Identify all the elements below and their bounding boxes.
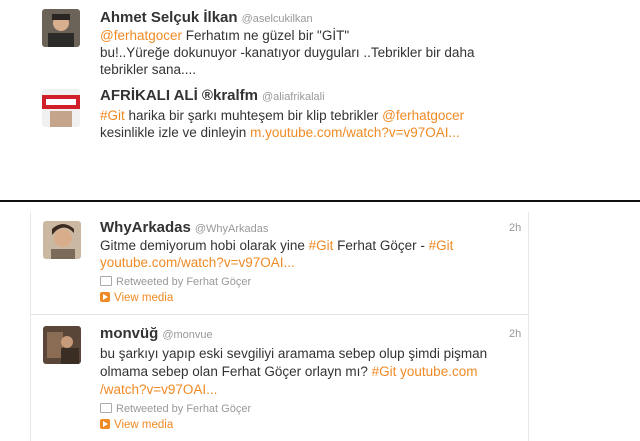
tweet-text-line: olmama sebep olan Ferhat Göçer orlayn mı… xyxy=(100,364,372,379)
url-link[interactable]: youtube.com xyxy=(396,364,477,379)
tweet-timestamp[interactable]: 2h xyxy=(509,222,521,234)
user-handle[interactable]: @aselcukilkan xyxy=(242,13,313,25)
section-divider xyxy=(0,200,640,202)
retweet-icon xyxy=(100,403,112,413)
avatar[interactable] xyxy=(43,326,81,364)
retweeted-by: Retweeted by Ferhat Göçer xyxy=(116,276,252,288)
url-link[interactable]: youtube.com/watch?v=v97OAI... xyxy=(100,255,295,270)
hashtag-link[interactable]: #Git xyxy=(100,108,125,123)
view-media-link[interactable]: View media xyxy=(100,292,173,304)
tweet-text: @ferhatgocer Ferhatım ne güzel bir "GİT"… xyxy=(100,27,520,78)
timeline-border xyxy=(30,212,31,441)
user-name[interactable]: WhyArkadas xyxy=(100,219,191,236)
retweet-indicator: Retweeted by Ferhat Göçer xyxy=(100,276,251,288)
tweet-text-line: bu!..Yüreğe dokunuyor -kanatıyor duygula… xyxy=(100,45,475,60)
url-link[interactable]: m.youtube.com/watch?v=v97OAI... xyxy=(250,125,460,140)
avatar[interactable] xyxy=(42,9,80,47)
tweet-text-line: Gitme demiyorum hobi olarak yine xyxy=(100,238,309,253)
tweet-text: bu şarkıyı yapıp eski sevgiliyi aramama … xyxy=(100,345,525,399)
tweet-text-line: tebrikler sana.... xyxy=(100,62,197,77)
mention-link[interactable]: @ferhatgocer xyxy=(382,108,464,123)
tweet-text-line: harika bir şarkı muhteşem bir klip tebri… xyxy=(124,108,383,123)
tweet-text-line: bu şarkıyı yapıp eski sevgiliyi aramama … xyxy=(100,346,488,361)
avatar[interactable] xyxy=(43,221,81,259)
retweet-indicator: Retweeted by Ferhat Göçer xyxy=(100,403,251,415)
view-media-label[interactable]: View media xyxy=(114,419,173,431)
timeline-border xyxy=(528,212,529,441)
tweet-timestamp[interactable]: 2h xyxy=(509,328,521,340)
user-handle[interactable]: @monvue xyxy=(162,329,212,341)
tweet-text-line: Ferhatım ne güzel bir "GİT" xyxy=(182,28,350,43)
user-handle[interactable]: @WhyArkadas xyxy=(195,223,269,235)
retweet-icon xyxy=(100,276,112,286)
tweet-text: #Git harika bir şarkı muhteşem bir klip … xyxy=(100,107,530,141)
tweet-text: Gitme demiyorum hobi olarak yine #Git Fe… xyxy=(100,237,520,271)
user-name[interactable]: Ahmet Selçuk İlkan xyxy=(100,9,238,26)
tweet-text-line: kesinlikle izle ve dinleyin xyxy=(100,125,251,140)
avatar[interactable] xyxy=(42,89,80,127)
user-name[interactable]: AFRİKALI ALİ ®kralfm xyxy=(100,87,258,104)
user-handle[interactable]: @aliafrikalali xyxy=(262,91,325,103)
tweet-text-line: Ferhat Göçer - xyxy=(333,238,429,253)
hashtag-link[interactable]: #Git xyxy=(372,364,397,379)
tweet-divider xyxy=(30,314,528,315)
media-icon xyxy=(100,419,110,429)
hashtag-link[interactable]: #Git xyxy=(309,238,334,253)
view-media-label[interactable]: View media xyxy=(114,292,173,304)
user-name[interactable]: monvüğ xyxy=(100,325,158,342)
retweeted-by: Retweeted by Ferhat Göçer xyxy=(116,403,252,415)
view-media-link[interactable]: View media xyxy=(100,419,173,431)
mention-link[interactable]: @ferhatgocer xyxy=(100,28,182,43)
url-link[interactable]: /watch?v=v97OAI... xyxy=(100,382,217,397)
media-icon xyxy=(100,292,110,302)
hashtag-link[interactable]: #Git xyxy=(429,238,454,253)
